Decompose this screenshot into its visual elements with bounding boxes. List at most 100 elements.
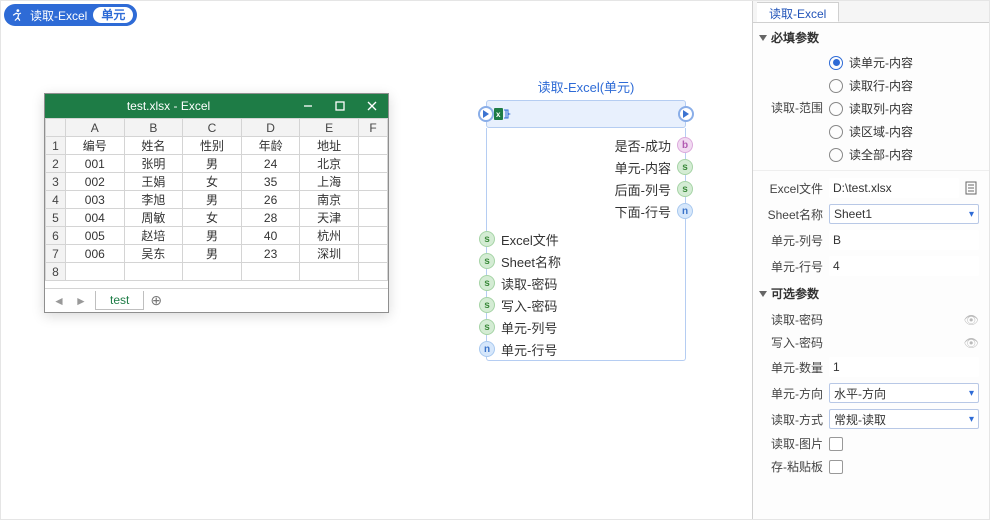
cell[interactable]: 性别 [183, 137, 242, 155]
cell[interactable] [300, 263, 359, 281]
cell[interactable]: 姓名 [124, 137, 183, 155]
file-input[interactable]: D:\test.xlsx [829, 178, 959, 198]
cell[interactable]: 005 [66, 227, 125, 245]
clipboard-checkbox[interactable] [829, 460, 843, 474]
output-pin[interactable]: b [677, 137, 693, 153]
range-option[interactable]: 读区域-内容 [829, 123, 989, 140]
cell[interactable]: 男 [183, 191, 242, 209]
output-pin[interactable]: s [677, 159, 693, 175]
node-header[interactable]: x [486, 100, 686, 128]
cell[interactable]: 男 [183, 155, 242, 173]
row-input[interactable]: 4 [829, 256, 979, 276]
file-browse-icon[interactable] [963, 180, 979, 196]
design-canvas[interactable]: 读取-Excel 单元 test.xlsx - Excel ABCDEF1编号姓… [1, 1, 752, 519]
section-required[interactable]: 必填参数 [753, 23, 989, 52]
col-header[interactable]: D [241, 119, 300, 137]
sheet-tab[interactable]: test [95, 291, 144, 310]
cell[interactable]: 张明 [124, 155, 183, 173]
cell[interactable]: 吴东 [124, 245, 183, 263]
eye-off-icon[interactable]: 👁 [964, 336, 979, 350]
radio-icon[interactable] [829, 79, 843, 93]
flow-in-port[interactable] [478, 106, 494, 122]
col-header[interactable]: E [300, 119, 359, 137]
excel-grid[interactable]: ABCDEF1编号姓名性别年龄地址2001张明男24北京3002王娟女35上海4… [45, 118, 388, 288]
cell[interactable]: 周敏 [124, 209, 183, 227]
cell[interactable]: 男 [183, 227, 242, 245]
cell[interactable]: 28 [241, 209, 300, 227]
row-header[interactable]: 7 [46, 245, 66, 263]
sheet-select[interactable]: Sheet1▾ [829, 204, 979, 224]
cell[interactable]: 女 [183, 209, 242, 227]
cell[interactable]: 年龄 [241, 137, 300, 155]
add-sheet-button[interactable]: ⊕ [150, 292, 162, 309]
radio-icon[interactable] [829, 125, 843, 139]
sheet-nav-next[interactable]: ► [73, 294, 89, 308]
cell[interactable] [358, 209, 387, 227]
cell[interactable]: 006 [66, 245, 125, 263]
range-option[interactable]: 读全部-内容 [829, 146, 989, 163]
cell[interactable]: 北京 [300, 155, 359, 173]
col-header[interactable]: F [358, 119, 387, 137]
row-header[interactable]: 5 [46, 209, 66, 227]
row-header[interactable]: 8 [46, 263, 66, 281]
mode-select[interactable]: 常规-读取▾ [829, 409, 979, 429]
flow-out-port[interactable] [678, 106, 694, 122]
cell[interactable]: 001 [66, 155, 125, 173]
cell[interactable] [66, 263, 125, 281]
input-pin[interactable]: s [479, 231, 495, 247]
cell[interactable]: 编号 [66, 137, 125, 155]
col-header[interactable]: A [66, 119, 125, 137]
cell[interactable] [358, 173, 387, 191]
output-pin[interactable]: n [677, 203, 693, 219]
cell[interactable]: 002 [66, 173, 125, 191]
sheet-nav-prev[interactable]: ◄ [51, 294, 67, 308]
cell[interactable]: 男 [183, 245, 242, 263]
input-pin[interactable]: s [479, 275, 495, 291]
cell[interactable]: 赵培 [124, 227, 183, 245]
cell[interactable]: 24 [241, 155, 300, 173]
close-button[interactable] [356, 94, 388, 118]
cell[interactable]: 003 [66, 191, 125, 209]
cell[interactable] [358, 245, 387, 263]
maximize-button[interactable] [324, 94, 356, 118]
input-pin[interactable]: s [479, 319, 495, 335]
cell[interactable] [358, 227, 387, 245]
cell[interactable] [358, 191, 387, 209]
cell[interactable]: 23 [241, 245, 300, 263]
col-header[interactable]: B [124, 119, 183, 137]
radio-icon[interactable] [829, 102, 843, 116]
cell[interactable] [124, 263, 183, 281]
cell[interactable] [183, 263, 242, 281]
cell[interactable]: 李旭 [124, 191, 183, 209]
cell[interactable] [358, 137, 387, 155]
range-option[interactable]: 读取列-内容 [829, 100, 989, 117]
readimg-checkbox[interactable] [829, 437, 843, 451]
minimize-button[interactable] [292, 94, 324, 118]
input-pin[interactable]: s [479, 253, 495, 269]
input-pin[interactable]: s [479, 297, 495, 313]
cell[interactable]: 26 [241, 191, 300, 209]
cell[interactable] [358, 155, 387, 173]
output-pin[interactable]: s [677, 181, 693, 197]
cell[interactable]: 上海 [300, 173, 359, 191]
row-header[interactable]: 2 [46, 155, 66, 173]
radio-icon[interactable] [829, 56, 843, 70]
cell[interactable]: 杭州 [300, 227, 359, 245]
cell[interactable]: 女 [183, 173, 242, 191]
count-input[interactable]: 1 [829, 357, 979, 377]
cell[interactable]: 天津 [300, 209, 359, 227]
dir-select[interactable]: 水平-方向▾ [829, 383, 979, 403]
cell[interactable]: 地址 [300, 137, 359, 155]
col-header[interactable]: C [183, 119, 242, 137]
cell[interactable] [358, 263, 387, 281]
row-header[interactable]: 4 [46, 191, 66, 209]
row-header[interactable]: 6 [46, 227, 66, 245]
cell[interactable]: 40 [241, 227, 300, 245]
range-option[interactable]: 读取行-内容 [829, 77, 989, 94]
cell[interactable]: 王娟 [124, 173, 183, 191]
input-pin[interactable]: n [479, 341, 495, 357]
row-header[interactable]: 1 [46, 137, 66, 155]
range-option[interactable]: 读单元-内容 [829, 54, 989, 71]
cell[interactable]: 深圳 [300, 245, 359, 263]
col-input[interactable]: B [829, 230, 979, 250]
